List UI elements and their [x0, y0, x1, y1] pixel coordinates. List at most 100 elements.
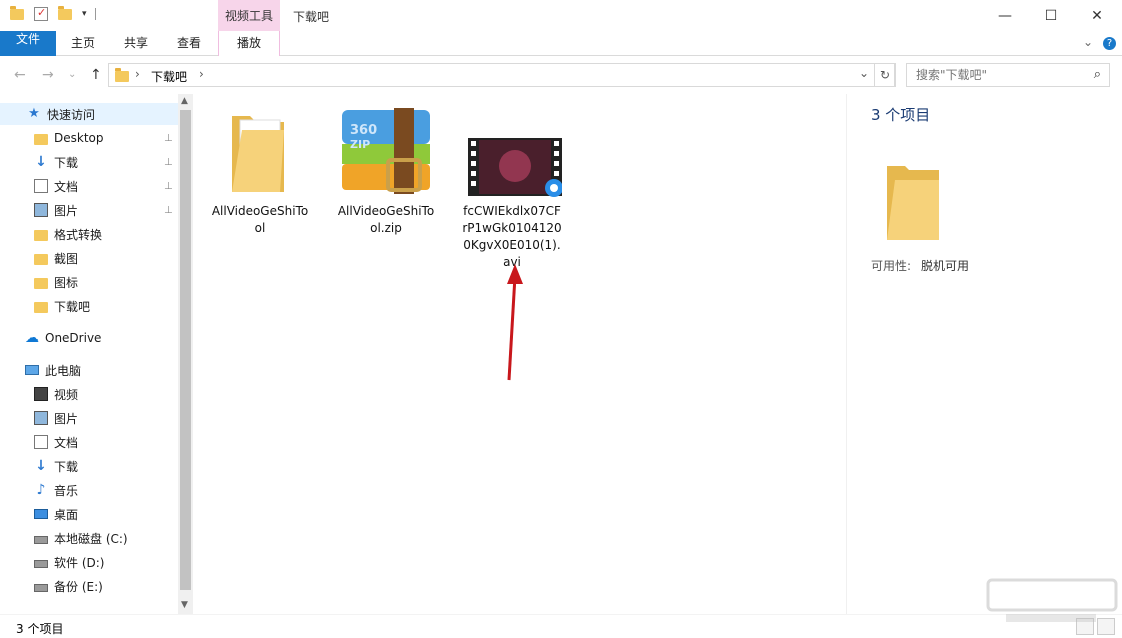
- sidebar-item-quick-access[interactable]: ★ 快速访问: [0, 103, 178, 125]
- sidebar-item-label: 软件 (D:): [54, 555, 105, 570]
- status-bar: 3 个项目: [0, 614, 1122, 638]
- breadcrumb-separator[interactable]: ›: [199, 67, 204, 81]
- sidebar-item-drive-c[interactable]: 本地磁盘 (C:): [0, 527, 178, 549]
- annotation-arrow-icon: [507, 264, 523, 381]
- expand-ribbon-chevron-icon[interactable]: ⌄: [1083, 35, 1093, 49]
- sidebar-item-music[interactable]: ♪ 音乐: [0, 479, 178, 501]
- pin-icon: ⊥: [164, 133, 173, 144]
- customize-toolbar-icon[interactable]: ▾: [82, 9, 87, 19]
- scroll-up-icon[interactable]: ▲: [181, 96, 188, 106]
- pin-icon: ⊥: [164, 205, 173, 216]
- address-dropdown-icon[interactable]: ⌄: [859, 66, 869, 80]
- sidebar-item-documents[interactable]: 文档 ⊥: [0, 175, 178, 197]
- recent-locations-dropdown[interactable]: ⌄: [68, 69, 76, 80]
- video-tools-context-tab: 视频工具: [218, 0, 280, 31]
- sidebar-item-onedrive[interactable]: ☁ OneDrive: [0, 327, 178, 349]
- sidebar-item-label: 下载: [54, 155, 79, 170]
- sidebar-item-desktop[interactable]: Desktop ⊥: [0, 127, 178, 149]
- item-count-title: 3 个项目: [871, 106, 931, 124]
- sidebar-item-desktop-pc[interactable]: 桌面: [0, 503, 178, 525]
- back-button[interactable]: ←: [14, 67, 26, 83]
- file-item-zip[interactable]: 360 ZIP AllVideoGeShiTool.zip: [336, 108, 436, 237]
- tab-view[interactable]: 查看: [166, 31, 212, 56]
- sidebar-item-pictures[interactable]: 图片 ⊥: [0, 199, 178, 221]
- folder-icon: [34, 254, 48, 265]
- sidebar-item-label: 备份 (E:): [54, 579, 103, 594]
- svg-text:360: 360: [350, 123, 377, 138]
- download-icon: ↓: [35, 458, 47, 474]
- document-icon: [34, 179, 48, 193]
- drive-icon: [34, 560, 48, 568]
- sidebar-item-drive-e[interactable]: 备份 (E:): [0, 575, 178, 597]
- address-bar[interactable]: › 下载吧 › ⌄: [108, 63, 895, 87]
- sidebar-item-label: 快速访问: [47, 107, 96, 122]
- file-name: AllVideoGeShiTool.zip: [337, 204, 435, 235]
- cloud-icon: ☁: [25, 330, 39, 346]
- help-icon[interactable]: ?: [1103, 37, 1116, 50]
- folder-icon: [887, 166, 939, 240]
- folder-icon: [34, 134, 48, 145]
- search-box[interactable]: ⌕: [906, 63, 1110, 87]
- window-title: 下载吧: [293, 10, 330, 24]
- folder-icon: [115, 68, 129, 82]
- navigation-bar: ← → ⌄ ↑ › 下载吧 › ⌄ ↻ ⌕: [0, 57, 1122, 93]
- title-bar: ✓ ▾ 视频工具 下载吧 — ☐ ✕: [0, 0, 1122, 31]
- tab-home[interactable]: 主页: [60, 31, 106, 56]
- file-list: AllVideoGeShiTool 360 ZIP AllVideoGeShiT…: [193, 94, 843, 614]
- drive-icon: [34, 584, 48, 592]
- folder-icon[interactable]: [10, 5, 24, 20]
- svg-text:ZIP: ZIP: [350, 138, 370, 151]
- sidebar-item-icons[interactable]: 图标: [0, 271, 178, 293]
- status-item-count: 3 个项目: [16, 622, 64, 636]
- download-icon: ↓: [35, 154, 47, 170]
- sidebar-item-pictures-pc[interactable]: 图片: [0, 407, 178, 429]
- pin-icon: ⊥: [164, 157, 173, 168]
- sidebar-item-label: 视频: [54, 387, 79, 402]
- search-icon[interactable]: ⌕: [1094, 67, 1101, 82]
- scroll-down-icon[interactable]: ▼: [181, 600, 188, 610]
- sidebar-scrollbar[interactable]: ▲ ▼: [178, 94, 193, 614]
- desktop-icon: [34, 509, 48, 519]
- sidebar-item-label: 音乐: [54, 483, 79, 498]
- minimize-button[interactable]: —: [982, 0, 1028, 31]
- zip-archive-icon: 360 ZIP: [342, 108, 430, 194]
- sidebar-item-screenshots[interactable]: 截图: [0, 247, 178, 269]
- tab-share[interactable]: 共享: [113, 31, 159, 56]
- sidebar-item-label: 桌面: [54, 507, 79, 522]
- file-item-folder[interactable]: AllVideoGeShiTool: [210, 108, 310, 237]
- tab-file[interactable]: 文件: [0, 31, 56, 56]
- scrollbar-thumb[interactable]: [180, 110, 191, 590]
- sidebar-item-format-convert[interactable]: 格式转换: [0, 223, 178, 245]
- close-button[interactable]: ✕: [1074, 0, 1120, 31]
- maximize-button[interactable]: ☐: [1028, 0, 1074, 31]
- sidebar-item-documents-pc[interactable]: 文档: [0, 431, 178, 453]
- details-pane: 3 个项目 可用性: 脱机可用: [846, 94, 1122, 614]
- sidebar-item-label: 本地磁盘 (C:): [54, 531, 128, 546]
- availability-label: 可用性:: [871, 259, 912, 273]
- search-input[interactable]: [916, 65, 1086, 85]
- properties-icon[interactable]: ✓: [34, 6, 48, 21]
- sidebar-item-downloads[interactable]: ↓ 下载 ⊥: [0, 151, 178, 173]
- sidebar-item-downloads-pc[interactable]: ↓ 下载: [0, 455, 178, 477]
- up-button[interactable]: ↑: [90, 67, 102, 83]
- sidebar-item-videos[interactable]: 视频: [0, 383, 178, 405]
- breadcrumb-item[interactable]: 下载吧: [151, 68, 187, 85]
- breadcrumb-separator[interactable]: ›: [135, 67, 140, 81]
- quick-access-toolbar: ✓ ▾: [10, 5, 96, 21]
- document-icon: [34, 435, 48, 449]
- toolbar-separator: [94, 8, 96, 20]
- new-folder-icon[interactable]: [58, 5, 72, 20]
- sidebar-item-xiazaiba[interactable]: 下载吧: [0, 295, 178, 317]
- music-icon: ♪: [36, 482, 46, 498]
- refresh-button[interactable]: ↻: [874, 63, 896, 87]
- file-item-video[interactable]: fcCWIEkdlx07CFrP1wGk01041200KgvX0E010(1)…: [462, 108, 563, 271]
- sidebar-item-label: 下载吧: [54, 299, 91, 314]
- sidebar-item-drive-d[interactable]: 软件 (D:): [0, 551, 178, 573]
- tab-play[interactable]: 播放: [218, 31, 280, 56]
- drive-icon: [34, 536, 48, 544]
- sidebar-item-this-pc[interactable]: 此电脑: [0, 359, 178, 381]
- sidebar-item-label: 下载: [54, 459, 79, 474]
- folder-icon: [34, 230, 48, 241]
- watermark-logo: [986, 578, 1118, 622]
- forward-button[interactable]: →: [42, 67, 54, 83]
